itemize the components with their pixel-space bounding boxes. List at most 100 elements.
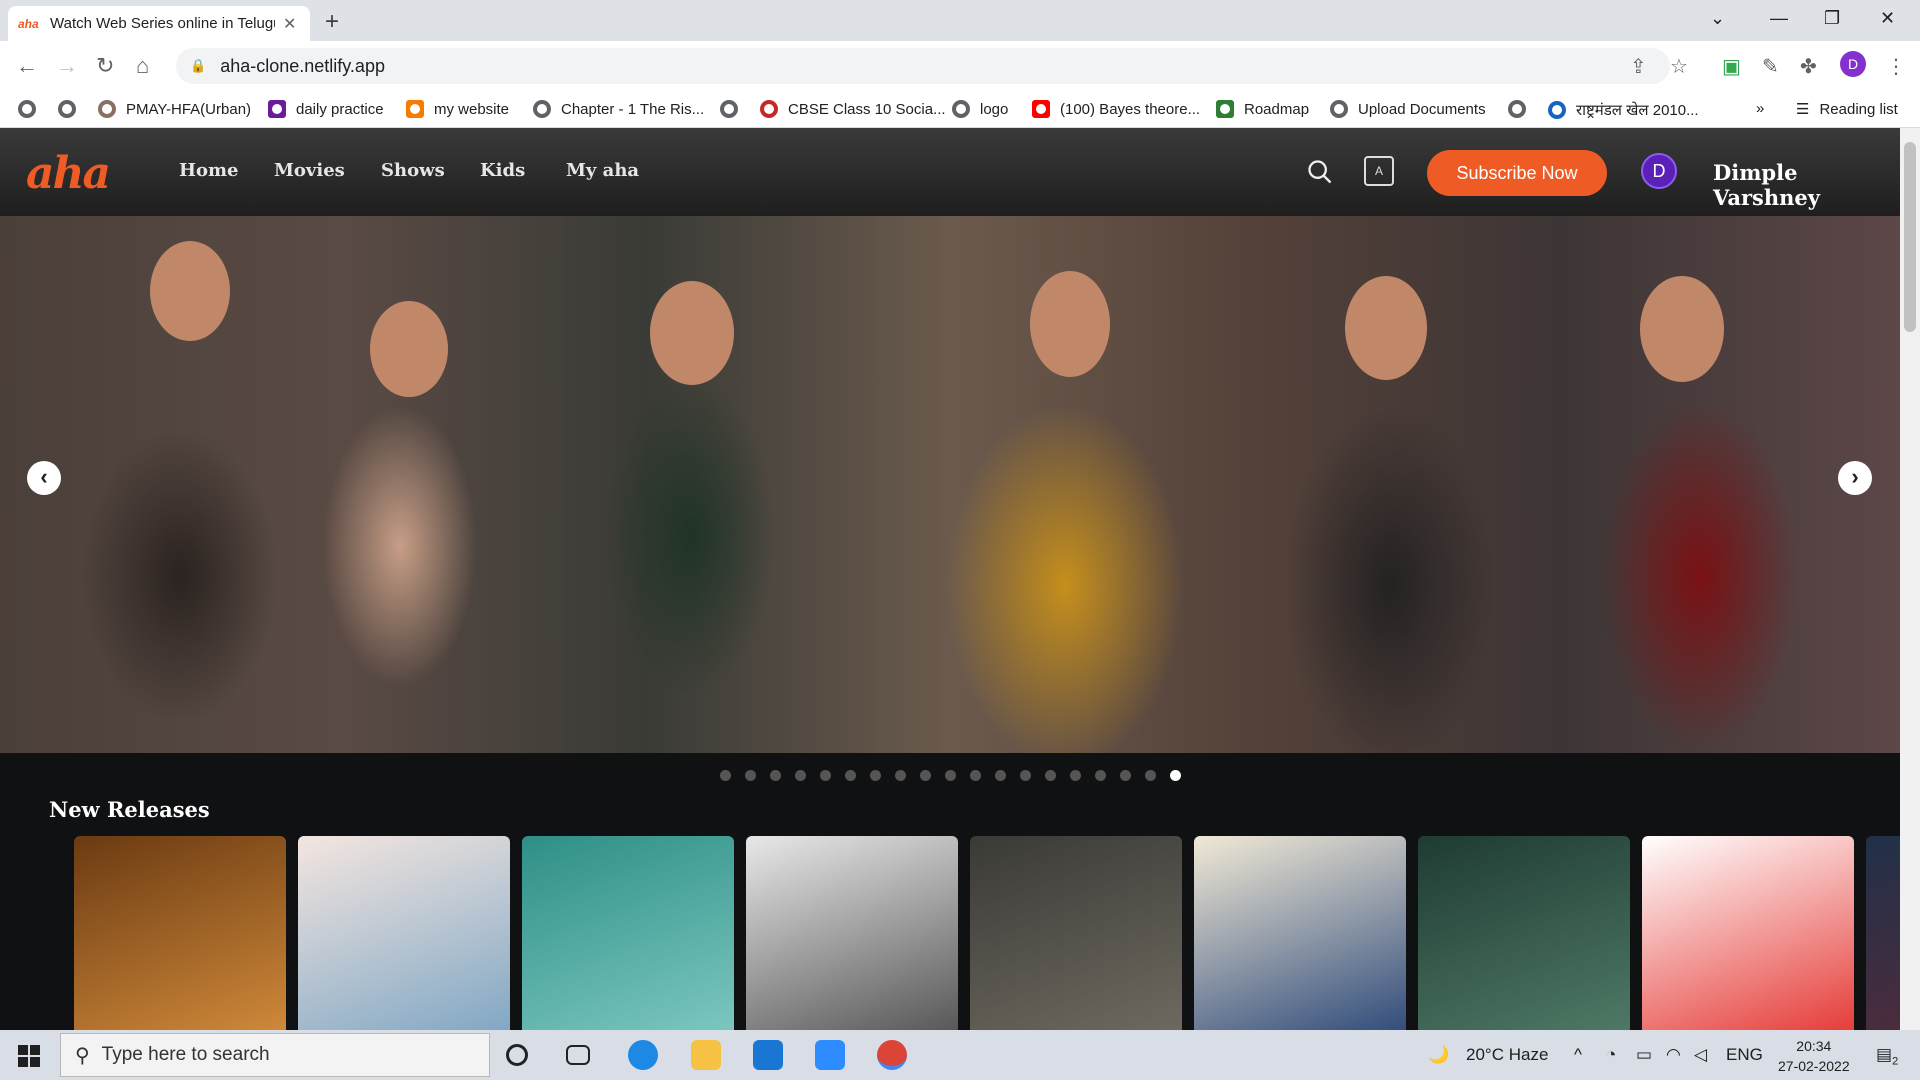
nav-movies[interactable]: Movies (274, 160, 345, 181)
notifications-icon[interactable]: ▤2 (1876, 1045, 1898, 1067)
tab-search-icon[interactable]: ⌄ (1710, 8, 1725, 29)
aha-logo[interactable]: aha (26, 148, 111, 199)
carousel-prev-icon[interactable]: ‹ (27, 461, 61, 495)
poster-card[interactable] (522, 836, 734, 1030)
bookmark-item[interactable] (58, 100, 86, 118)
zoom-icon[interactable] (815, 1040, 845, 1070)
menu-kebab-icon[interactable]: ⋮ (1886, 54, 1906, 79)
bookmark-item[interactable]: Chapter - 1 The Ris... (533, 100, 704, 118)
carousel-dot[interactable] (1045, 770, 1056, 781)
carousel-dot[interactable] (720, 770, 731, 781)
bookmark-item[interactable] (720, 100, 748, 118)
carousel-dot[interactable] (745, 770, 756, 781)
task-view-icon[interactable] (566, 1045, 590, 1065)
volume-icon[interactable]: ◁ (1694, 1045, 1707, 1065)
mail-icon[interactable] (753, 1040, 783, 1070)
reading-list-icon: ☰ (1796, 101, 1810, 118)
restore-icon[interactable]: ❐ (1824, 8, 1840, 29)
user-avatar[interactable]: D (1641, 153, 1677, 189)
carousel-dot[interactable] (1070, 770, 1081, 781)
carousel-dot[interactable] (920, 770, 931, 781)
edge-icon[interactable] (628, 1040, 658, 1070)
carousel-dot[interactable] (970, 770, 981, 781)
weather-icon[interactable]: 🌙 (1428, 1045, 1449, 1065)
bookmark-item[interactable]: Upload Documents (1330, 100, 1486, 118)
clock[interactable]: 20:34 27-02-2022 (1778, 1036, 1850, 1076)
bookmark-item[interactable]: Roadmap (1216, 100, 1309, 118)
poster-card[interactable] (970, 836, 1182, 1030)
new-tab-button[interactable]: + (325, 8, 339, 36)
cortana-icon[interactable] (506, 1044, 528, 1066)
bookmark-item[interactable]: daily practice (268, 100, 384, 118)
globe-icon (18, 100, 36, 118)
poster-card[interactable] (298, 836, 510, 1030)
subscribe-button[interactable]: Subscribe Now (1427, 150, 1607, 196)
browser-tab[interactable]: aha Watch Web Series online in Telugu ✕ (8, 6, 310, 41)
carousel-dot[interactable] (1020, 770, 1031, 781)
bookmark-item[interactable]: my website (406, 100, 509, 118)
back-icon[interactable]: ← (16, 53, 38, 79)
file-explorer-icon[interactable] (691, 1040, 721, 1070)
more-bookmarks-button[interactable]: » (1756, 100, 1764, 117)
carousel-dot[interactable] (895, 770, 906, 781)
minimize-icon[interactable]: — (1770, 8, 1788, 29)
bookmark-item[interactable]: राष्ट्रमंडल खेल 2010... (1548, 100, 1699, 120)
share-icon[interactable]: ⇪ (1630, 54, 1647, 79)
taskbar-search-box[interactable]: ⚲ Type here to search (60, 1033, 490, 1077)
weather-text[interactable]: 20°C Haze (1466, 1045, 1548, 1065)
profile-avatar[interactable]: D (1840, 51, 1866, 77)
poster-card[interactable] (1642, 836, 1854, 1030)
carousel-dot[interactable] (1095, 770, 1106, 781)
network-icon[interactable]: ◔ (1606, 1045, 1616, 1065)
forward-icon[interactable]: → (56, 53, 78, 79)
nav-shows[interactable]: Shows (381, 160, 445, 181)
close-window-icon[interactable]: ✕ (1880, 8, 1895, 29)
carousel-dot[interactable] (995, 770, 1006, 781)
carousel-dot[interactable] (795, 770, 806, 781)
chrome-icon[interactable] (877, 1040, 907, 1070)
bookmark-item[interactable] (18, 100, 46, 118)
user-name[interactable]: Dimple Varshney (1713, 160, 1900, 210)
wifi-icon[interactable]: ◠ (1666, 1045, 1681, 1065)
page-scrollbar[interactable] (1900, 128, 1920, 1030)
reload-icon[interactable]: ↻ (96, 53, 114, 79)
poster-card[interactable] (1418, 836, 1630, 1030)
reading-list-button[interactable]: ☰ Reading list (1796, 100, 1898, 119)
extension-icon[interactable]: ▣ (1722, 54, 1741, 79)
bookmark-item[interactable]: CBSE Class 10 Socia... (760, 100, 946, 118)
close-tab-icon[interactable]: ✕ (283, 14, 296, 34)
hero-banner[interactable] (0, 216, 1900, 753)
carousel-dot[interactable] (845, 770, 856, 781)
carousel-dot[interactable] (1170, 770, 1181, 781)
carousel-next-icon[interactable]: › (1838, 461, 1872, 495)
poster-card[interactable] (1866, 836, 1900, 1030)
poster-card[interactable] (746, 836, 958, 1030)
scrollbar-thumb[interactable] (1904, 142, 1916, 332)
poster-card[interactable] (74, 836, 286, 1030)
bookmark-item[interactable]: (100) Bayes theore... (1032, 100, 1200, 118)
show-hidden-icons[interactable]: ^ (1574, 1045, 1582, 1065)
bookmark-item[interactable]: logo (952, 100, 1008, 118)
nav-my-aha[interactable]: My aha (566, 160, 639, 181)
language-icon[interactable]: A (1364, 156, 1394, 186)
extensions-puzzle-icon[interactable]: ✤ (1800, 54, 1817, 79)
nav-home[interactable]: Home (179, 160, 239, 181)
carousel-dot[interactable] (1120, 770, 1131, 781)
battery-icon[interactable]: ▭ (1636, 1045, 1652, 1065)
windows-start-icon[interactable] (18, 1045, 40, 1067)
carousel-dot[interactable] (945, 770, 956, 781)
search-icon[interactable] (1306, 158, 1334, 186)
bookmark-item[interactable] (1508, 100, 1536, 118)
address-bar[interactable]: 🔒 aha-clone.netlify.app (176, 48, 1670, 84)
carousel-dot[interactable] (870, 770, 881, 781)
language-indicator[interactable]: ENG (1726, 1045, 1763, 1065)
carousel-dot[interactable] (1145, 770, 1156, 781)
poster-card[interactable] (1194, 836, 1406, 1030)
nav-kids[interactable]: Kids (480, 160, 525, 181)
pen-extension-icon[interactable]: ✎ (1762, 54, 1779, 79)
bookmark-item[interactable]: PMAY-HFA(Urban) (98, 100, 251, 118)
carousel-dot[interactable] (770, 770, 781, 781)
home-icon[interactable]: ⌂ (136, 53, 149, 79)
carousel-dot[interactable] (820, 770, 831, 781)
bookmark-star-icon[interactable]: ☆ (1670, 54, 1688, 79)
